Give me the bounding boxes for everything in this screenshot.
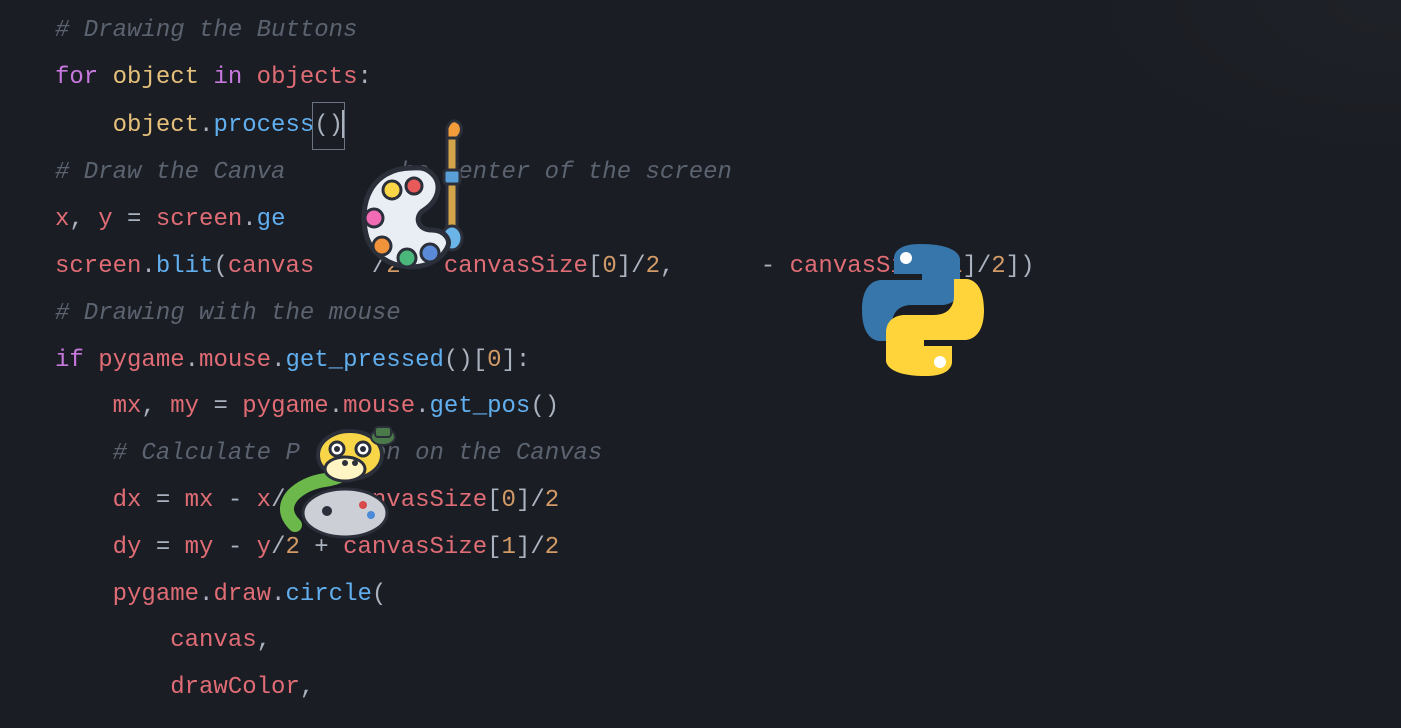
number: 0 [487, 347, 501, 374]
keyword: for [55, 64, 98, 91]
variable: pygame [98, 347, 184, 374]
code-line[interactable]: pygame.draw.circle( [55, 572, 1401, 619]
function: circle [285, 581, 371, 608]
variable: x [257, 487, 271, 514]
code-line[interactable]: x, y = screen.gexxxxxxx() [55, 197, 1401, 244]
number: 2 [545, 534, 559, 561]
variable: mx [185, 487, 214, 514]
variable: screen [156, 206, 242, 233]
variable: pygame [113, 581, 199, 608]
comment-text: # Calculate P [113, 440, 300, 467]
code-line[interactable]: # Calculate Position on the Canvas [55, 431, 1401, 478]
punct: : [358, 64, 372, 91]
number: 0 [602, 253, 616, 280]
keyword: if [55, 347, 84, 374]
variable: my [170, 393, 199, 420]
builtin: object [113, 64, 199, 91]
keyword: in [213, 64, 242, 91]
variable: screen [55, 253, 141, 280]
code-line[interactable]: # Drawing with the mouse [55, 291, 1401, 338]
bracket-highlight: () [312, 102, 345, 151]
pygame-snake-icon [275, 425, 435, 545]
code-line[interactable]: # Draw the Canvaxxxxxxxxhe center of the… [55, 150, 1401, 197]
variable: canvas [228, 253, 314, 280]
variable: drawColor [170, 674, 300, 701]
function: ge [257, 206, 286, 233]
text-cursor [342, 110, 344, 138]
variable: y [98, 206, 112, 233]
code-editor[interactable]: # Drawing the Buttons for object in obje… [0, 0, 1401, 712]
code-line[interactable]: dx = mx - x/2 + canvasSize[0]/2 [55, 478, 1401, 525]
function: get_pos [430, 393, 531, 420]
code-line[interactable]: drawColor, [55, 665, 1401, 712]
comment-text: # Draw the Canva [55, 159, 285, 186]
function: get_pressed [285, 347, 443, 374]
palette-brush-icon [352, 118, 492, 278]
variable: canvas [170, 627, 256, 654]
number: 1 [502, 534, 516, 561]
builtin: object [113, 112, 199, 139]
variable: x [55, 206, 69, 233]
variable: dx [113, 487, 142, 514]
variable: mx [113, 393, 142, 420]
function: blit [156, 253, 214, 280]
variable: objects [257, 64, 358, 91]
property: mouse [199, 347, 271, 374]
property: mouse [343, 393, 415, 420]
code-line[interactable]: canvas, [55, 618, 1401, 665]
number: 0 [502, 487, 516, 514]
variable: dy [113, 534, 142, 561]
number: 2 [545, 487, 559, 514]
code-line[interactable]: dy = my - y/2 + canvasSize[1]/2 [55, 525, 1401, 572]
comment-text: # Drawing with the mouse [55, 300, 401, 327]
variable: my [185, 534, 214, 561]
variable: pygame [242, 393, 328, 420]
function: process [213, 112, 314, 139]
python-logo-icon [858, 240, 988, 380]
code-line[interactable]: if pygame.mouse.get_pressed()[0]: [55, 338, 1401, 385]
code-line[interactable]: # Drawing the Buttons [55, 8, 1401, 55]
code-line[interactable]: object.process() [55, 102, 1401, 151]
comment-text: # Drawing the Buttons [55, 17, 357, 44]
property: draw [213, 581, 271, 608]
code-line[interactable]: mx, my = pygame.mouse.get_pos() [55, 384, 1401, 431]
number: 2 [991, 253, 1005, 280]
punct: . [199, 112, 213, 139]
number: 2 [646, 253, 660, 280]
code-line[interactable]: for object in objects: [55, 55, 1401, 102]
variable: y [257, 534, 271, 561]
code-line[interactable]: screen.blit(canvas, [x/2 - canvasSize[0]… [55, 244, 1401, 291]
